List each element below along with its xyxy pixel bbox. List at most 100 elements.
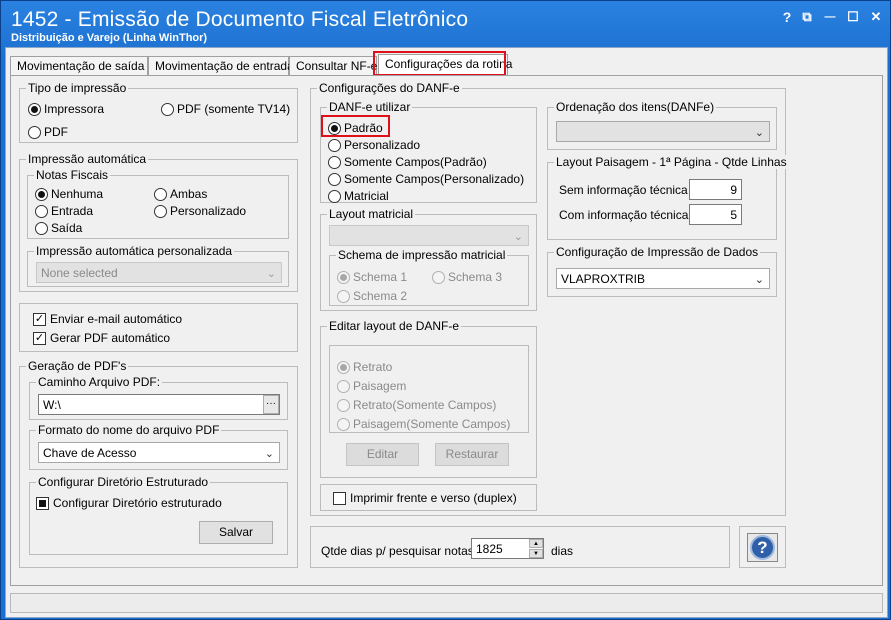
radio-entrada[interactable]: Entrada xyxy=(35,204,93,218)
group-impressao-personalizada: Impressão automática personalizada None … xyxy=(27,244,289,287)
window-title: 1452 - Emissão de Documento Fiscal Eletr… xyxy=(11,8,469,31)
editar-button[interactable]: Editar xyxy=(346,443,419,466)
radio-matricial[interactable]: Matricial xyxy=(328,189,389,203)
group-title: Configurar Diretório Estruturado xyxy=(36,475,211,489)
group-config-danfe: Configurações do DANF-e DANF-e utilizar … xyxy=(310,81,789,516)
help-button-frame: ? xyxy=(739,526,786,568)
radio-schema-1[interactable]: Schema 1 xyxy=(337,270,407,284)
group-title: DANF-e utilizar xyxy=(327,100,413,114)
check-enviar-email[interactable]: ✓ Enviar e-mail automático xyxy=(33,312,182,326)
tab-configuracoes-rotina[interactable]: Configurações da rotina xyxy=(378,54,512,77)
group-title: Impressão automática personalizada xyxy=(34,244,235,258)
radio-somente-campos-personalizado[interactable]: Somente Campos(Personalizado) xyxy=(328,172,524,186)
group-qtde-dias: Qtde dias p/ pesquisar notas: 1825 ▲ ▼ d… xyxy=(310,526,730,568)
group-caminho-pdf: Caminho Arquivo PDF: W:\ ··· xyxy=(29,375,288,420)
restore-icon[interactable]: ⧉ xyxy=(798,8,816,26)
group-tipo-impressao: Tipo de impressão Impressora PDF (soment… xyxy=(19,81,298,143)
radio-retrato[interactable]: Retrato xyxy=(337,360,392,374)
check-duplex[interactable]: Imprimir frente e verso (duplex) xyxy=(333,491,517,505)
radio-ambas[interactable]: Ambas xyxy=(154,187,207,201)
help-title-button[interactable]: ? xyxy=(778,8,796,26)
radio-nenhuma[interactable]: Nenhuma xyxy=(35,187,103,201)
group-notas-fiscais: Notas Fiscais Nenhuma Ambas Entrada Pers… xyxy=(27,168,289,239)
group-ordenacao: Ordenação dos itens(DANFe) ⌄ xyxy=(547,100,777,150)
close-icon[interactable]: ✕ xyxy=(867,8,885,26)
salvar-button[interactable]: Salvar xyxy=(199,521,273,544)
ordenacao-select[interactable]: ⌄ xyxy=(556,121,770,142)
group-title: Layout Paisagem - 1ª Página - Qtde Linha… xyxy=(554,155,789,169)
group-geracao-pdf: Geração de PDF's Caminho Arquivo PDF: W:… xyxy=(19,359,298,568)
chevron-down-icon: ⌄ xyxy=(513,231,523,243)
group-title: Configuração de Impressão de Dados xyxy=(554,245,761,259)
group-title: Impressão automática xyxy=(26,152,149,166)
group-layout-orientacao: Retrato Paisagem Retrato(Somente Campos)… xyxy=(329,345,529,433)
group-title: Formato do nome do arquivo PDF xyxy=(36,423,222,437)
group-impressao-automatica: Impressão automática Notas Fiscais Nenhu… xyxy=(19,152,298,292)
group-title: Notas Fiscais xyxy=(34,168,111,182)
radio-padrao[interactable]: Padrão xyxy=(328,121,383,135)
group-layout-matricial: Layout matricial ⌄ Schema de impressão m… xyxy=(320,207,537,311)
radio-paisagem-somente-campos[interactable]: Paisagem(Somente Campos) xyxy=(337,417,510,431)
group-title: Ordenação dos itens(DANFe) xyxy=(554,100,717,114)
caminho-pdf-input[interactable]: W:\ xyxy=(38,394,280,415)
check-gerar-pdf[interactable]: ✓ Gerar PDF automático xyxy=(33,331,170,345)
qtde-dias-unit: dias xyxy=(551,544,574,558)
com-info-input[interactable]: 5 xyxy=(689,204,742,225)
radio-retrato-somente-campos[interactable]: Retrato(Somente Campos) xyxy=(337,398,496,412)
config-impressao-dados-select[interactable]: VLAPROXTRIB ⌄ xyxy=(556,268,770,289)
status-bar xyxy=(10,593,883,613)
group-envio-automatico: ✓ Enviar e-mail automático ✓ Gerar PDF aut… xyxy=(19,303,298,352)
group-diretorio-estruturado: Configurar Diretório Estruturado Configu… xyxy=(29,475,288,555)
radio-pdf[interactable]: PDF xyxy=(28,125,68,139)
radio-somente-campos-padrao[interactable]: Somente Campos(Padrão) xyxy=(328,155,487,169)
tab-consultar-nfe[interactable]: Consultar NF-e xyxy=(289,56,377,76)
radio-saida[interactable]: Saída xyxy=(35,221,82,235)
layout-matricial-select[interactable]: ⌄ xyxy=(329,225,529,246)
tab-page-configuracoes: Tipo de impressão Impressora PDF (soment… xyxy=(10,75,883,586)
group-duplex: Imprimir frente e verso (duplex) xyxy=(320,484,537,511)
window-client: Movimentação de saída Movimentação de en… xyxy=(5,47,888,618)
impressao-personalizada-select[interactable]: None selected ⌄ xyxy=(36,262,282,283)
radio-personalizado-danfe[interactable]: Personalizado xyxy=(328,138,420,152)
radio-impressora[interactable]: Impressora xyxy=(28,102,104,116)
group-title: Layout matricial xyxy=(327,207,416,221)
radio-pdf-tv14[interactable]: PDF (somente TV14) xyxy=(161,102,290,116)
restaurar-button[interactable]: Restaurar xyxy=(435,443,509,466)
group-formato-nome: Formato do nome do arquivo PDF Chave de … xyxy=(29,423,288,470)
minimize-icon[interactable]: — xyxy=(821,8,839,26)
browse-button[interactable]: ··· xyxy=(263,395,279,414)
group-config-impressao-dados: Configuração de Impressão de Dados VLAPR… xyxy=(547,245,777,297)
help-button[interactable]: ? xyxy=(747,533,778,562)
radio-personalizado[interactable]: Personalizado xyxy=(154,204,246,218)
check-diretorio-estruturado[interactable]: Configurar Diretório estruturado xyxy=(36,496,222,510)
group-title: Geração de PDF's xyxy=(26,359,129,373)
group-danfe-utilizar: DANF-e utilizar Padrão Personalizado Som… xyxy=(320,100,537,203)
sem-info-label: Sem informação técnica xyxy=(559,183,688,197)
help-icon: ? xyxy=(750,535,775,560)
chevron-down-icon: ⌄ xyxy=(264,448,274,460)
com-info-label: Com informação técnica xyxy=(559,208,689,222)
radio-schema-2[interactable]: Schema 2 xyxy=(337,289,407,303)
formato-nome-select[interactable]: Chave de Acesso ⌄ xyxy=(38,442,280,463)
check-icon: ✓ xyxy=(33,312,46,326)
qtde-dias-label: Qtde dias p/ pesquisar notas: xyxy=(321,544,478,558)
window-subtitle: Distribuição e Varejo (Linha WinThor) xyxy=(11,32,208,44)
chevron-down-icon: ⌄ xyxy=(754,127,764,139)
maximize-icon[interactable]: ☐ xyxy=(844,8,862,26)
sem-info-input[interactable]: 9 xyxy=(689,179,742,200)
tab-movimentacao-entrada[interactable]: Movimentação de entrada xyxy=(148,56,294,76)
radio-schema-3[interactable]: Schema 3 xyxy=(432,270,502,284)
group-title: Editar layout de DANF-e xyxy=(327,319,462,333)
title-bar[interactable]: 1452 - Emissão de Documento Fiscal Eletr… xyxy=(1,1,890,47)
group-title: Tipo de impressão xyxy=(26,81,129,95)
group-title: Caminho Arquivo PDF: xyxy=(36,375,163,389)
tab-movimentacao-saida[interactable]: Movimentação de saída xyxy=(10,56,148,76)
group-title: Schema de impressão matricial xyxy=(336,248,508,262)
spin-up-icon[interactable]: ▲ xyxy=(529,539,543,548)
radio-paisagem[interactable]: Paisagem xyxy=(337,379,406,393)
group-title: Configurações do DANF-e xyxy=(317,81,462,95)
spin-down-icon[interactable]: ▼ xyxy=(529,549,543,558)
app-window: 1452 - Emissão de Documento Fiscal Eletr… xyxy=(0,0,891,620)
chevron-down-icon: ⌄ xyxy=(754,274,764,286)
chevron-down-icon: ⌄ xyxy=(266,268,276,280)
